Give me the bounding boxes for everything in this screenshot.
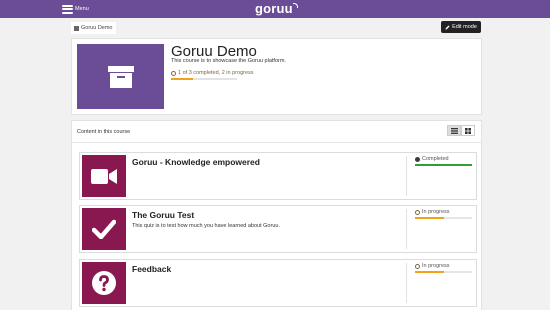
course-progress-text: 1 of 3 completed, 2 in progress (178, 70, 254, 76)
course-progress-status: 1 of 3 completed, 2 in progress (171, 70, 254, 76)
goruu-logo[interactable]: goruu (255, 1, 299, 16)
activity-thumbnail (82, 262, 126, 304)
top-nav-bar: Menu goruu (0, 0, 550, 18)
activity-status: Completed (415, 156, 449, 162)
view-toggle (447, 125, 475, 136)
menu-label: Menu (75, 6, 89, 12)
edit-mode-button[interactable]: Edit mode (441, 21, 481, 33)
edit-mode-label: Edit mode (452, 24, 477, 30)
course-content-card: Content in this course Goruu - Knowledge… (71, 120, 482, 310)
activity-progress-bar (415, 271, 472, 273)
hamburger-icon (62, 4, 73, 14)
progress-ring-icon (171, 70, 176, 76)
activity-progress-bar (415, 164, 472, 166)
list-view-button[interactable] (447, 125, 461, 136)
archive-box-icon (107, 65, 134, 88)
divider (406, 209, 407, 249)
question-mark-icon (92, 271, 116, 295)
activity-item-video[interactable]: Goruu - Knowledge empowered Completed (79, 152, 477, 200)
course-progress-bar (171, 78, 237, 80)
video-camera-icon (91, 168, 117, 184)
logo-text: goruu (255, 1, 293, 16)
divider (406, 263, 407, 303)
course-header-card: Goruu Demo This course is to showcase th… (71, 38, 482, 115)
in-progress-ring-icon (415, 209, 420, 215)
activity-thumbnail (82, 155, 126, 197)
grid-icon (465, 127, 471, 134)
logo-arc-icon (293, 3, 299, 8)
course-description: This course is to showcase the Goruu pla… (171, 58, 286, 64)
breadcrumb-label: Goruu Demo (81, 25, 113, 31)
list-icon (450, 127, 458, 134)
activity-item-quiz[interactable]: The Goruu Test This quiz is to test how … (79, 205, 477, 253)
activity-thumbnail (82, 208, 126, 250)
in-progress-ring-icon (415, 263, 420, 269)
activity-progress-fill (415, 271, 444, 273)
breadcrumb[interactable]: Goruu Demo (71, 22, 116, 34)
activity-status: In progress (415, 209, 450, 215)
divider (72, 142, 481, 143)
activity-title: The Goruu Test (132, 210, 195, 220)
activity-item-feedback[interactable]: Feedback In progress (79, 259, 477, 307)
checkmark-icon (92, 219, 116, 239)
activity-progress-fill (415, 217, 444, 219)
activity-status-label: In progress (422, 209, 450, 215)
activity-title: Feedback (132, 264, 172, 274)
home-icon (74, 25, 79, 31)
activity-description: This quiz is to test how much you have l… (132, 223, 280, 229)
completed-dot-icon (415, 156, 420, 162)
course-progress-fill (171, 78, 193, 80)
activity-status-label: Completed (422, 156, 449, 162)
divider (406, 156, 407, 196)
content-heading: Content in this course (77, 129, 131, 135)
course-image (77, 44, 164, 109)
pencil-icon (445, 25, 450, 29)
activity-status: In progress (415, 263, 450, 269)
activity-progress-bar (415, 217, 472, 219)
activity-title: Goruu - Knowledge empowered (132, 157, 260, 167)
activity-progress-fill (415, 164, 472, 166)
activity-status-label: In progress (422, 263, 450, 269)
grid-view-button[interactable] (461, 125, 475, 136)
menu-button[interactable]: Menu (62, 3, 89, 15)
